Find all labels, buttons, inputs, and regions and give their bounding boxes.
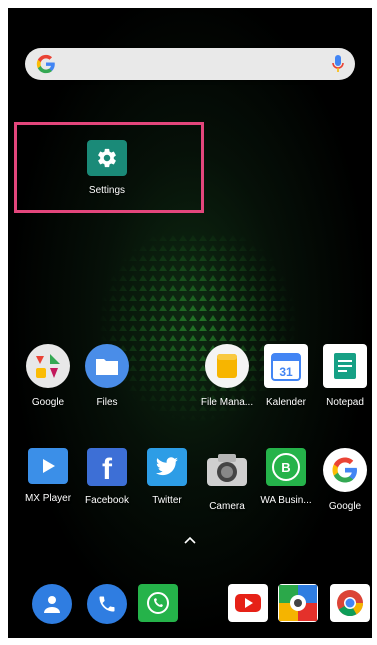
app-label: Google [328,501,362,512]
app-mx-player[interactable]: MX Player [16,448,80,504]
google-logo-icon [36,54,55,74]
facebook-icon: f [87,448,127,486]
google-icon [323,448,367,492]
whatsapp-icon [138,584,178,622]
home-screen: Settings Google Files File Mana... 31 Ka… [8,8,372,638]
app-file-manager[interactable]: File Mana... [195,344,259,408]
file-manager-icon [205,344,249,388]
app-label: Files [96,397,118,408]
app-files[interactable]: Files [75,344,139,408]
photo-app-icon [278,584,318,622]
google-search-bar[interactable] [25,48,355,80]
app-twitter[interactable]: Twitter [135,448,199,506]
app-notepad[interactable]: Notepad [313,344,372,408]
app-calendar[interactable]: 31 Kalender [254,344,318,408]
app-label: Notepad [326,397,364,408]
youtube-icon [228,584,268,622]
app-label: MX Player [24,493,72,504]
app-wa-business[interactable]: B WA Busin... [254,448,318,506]
dock-chrome[interactable] [318,584,372,622]
camera-icon [205,448,249,492]
app-facebook[interactable]: f Facebook [75,448,139,506]
gear-icon [87,140,127,176]
app-label: Twitter [152,495,182,506]
twitter-icon [147,448,187,486]
app-label: Kalender [265,397,307,408]
app-camera[interactable]: Camera [195,448,259,512]
app-label: Settings [88,185,126,196]
app-label: Google [31,397,65,408]
app-google-folder[interactable]: Google [16,344,80,408]
contacts-icon [32,584,72,624]
files-folder-icon [85,344,129,388]
app-google[interactable]: Google [313,448,372,512]
app-label: Camera [209,501,245,512]
app-label: File Mana... [200,397,254,408]
app-label: WA Busin... [260,495,312,506]
mx-player-icon [28,448,68,484]
chrome-icon [330,584,370,622]
svg-text:31: 31 [279,365,293,379]
google-folder-icon [26,344,70,388]
app-settings[interactable]: Settings [75,140,139,196]
calendar-icon: 31 [264,344,308,388]
wa-business-icon: B [266,448,306,486]
chevron-up-icon[interactable] [184,536,196,544]
phone-icon [87,584,127,624]
notepad-icon [323,344,367,388]
app-label: Facebook [85,495,129,506]
mic-icon[interactable] [331,54,345,74]
dock-whatsapp[interactable] [126,584,190,622]
